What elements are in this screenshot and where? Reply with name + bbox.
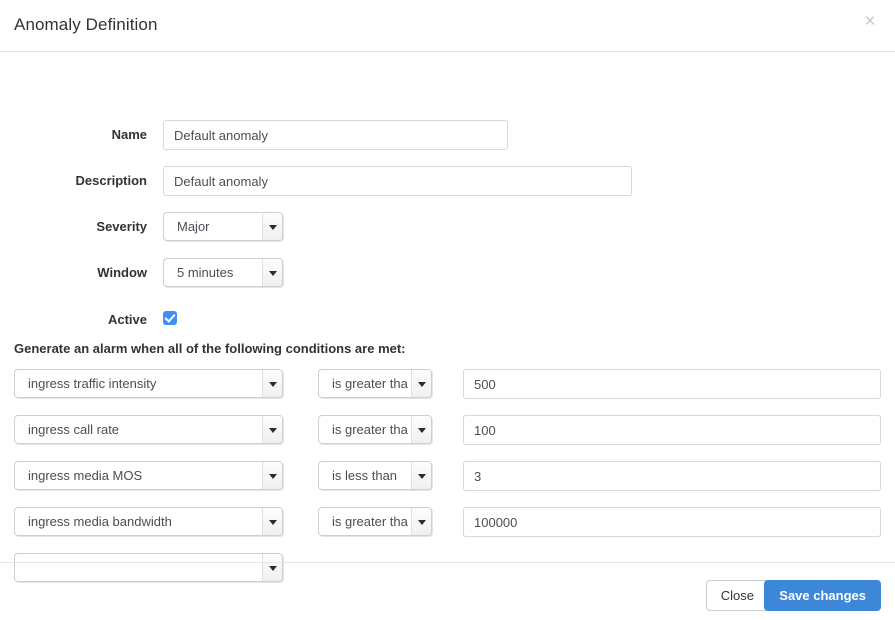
- severity-select[interactable]: Major: [163, 212, 283, 241]
- condition-metric-value: ingress call rate: [28, 422, 120, 437]
- condition-operator-value: is greater tha: [332, 376, 408, 391]
- condition-metric-select[interactable]: ingress call rate: [14, 415, 283, 444]
- condition-metric-select[interactable]: ingress media MOS: [14, 461, 283, 490]
- chevron-down-icon: [262, 370, 282, 397]
- close-button[interactable]: Close: [705, 580, 769, 611]
- condition-value-input[interactable]: [463, 461, 881, 491]
- close-icon[interactable]: ×: [859, 11, 881, 33]
- description-field-area: [163, 166, 632, 196]
- active-checkbox[interactable]: [163, 311, 177, 325]
- severity-label: Severity: [96, 219, 147, 234]
- condition-value-input[interactable]: [463, 507, 881, 537]
- name-label: Name: [111, 127, 147, 142]
- form-row-active: Active: [0, 305, 895, 335]
- condition-operator-select[interactable]: is greater tha: [318, 415, 432, 444]
- form-row-description: Description: [0, 166, 895, 196]
- dialog-header: Anomaly Definition ×: [0, 0, 895, 52]
- dialog-body: Name Description Severity Major Win: [0, 52, 895, 582]
- anomaly-definition-dialog: Anomaly Definition × Name Description Se…: [0, 0, 895, 620]
- chevron-down-icon: [262, 416, 282, 443]
- chevron-down-icon: [262, 259, 282, 286]
- chevron-down-icon: [411, 416, 431, 443]
- condition-row: ingress traffic intensity is greater tha: [0, 369, 895, 399]
- form-row-window: Window 5 minutes: [0, 258, 895, 288]
- condition-metric-value: ingress traffic intensity: [28, 376, 157, 391]
- window-select-value: 5 minutes: [177, 265, 234, 280]
- condition-metric-select[interactable]: ingress media bandwidth: [14, 507, 283, 536]
- condition-operator-select[interactable]: is less than: [318, 461, 432, 490]
- conditions-caption: Generate an alarm when all of the follow…: [14, 341, 406, 356]
- condition-value-input[interactable]: [463, 369, 881, 399]
- form-row-severity: Severity Major: [0, 212, 895, 242]
- dialog-footer: Close Save changes: [0, 562, 895, 620]
- condition-row: ingress media bandwidth is greater tha: [0, 507, 895, 537]
- severity-field-area: Major: [163, 212, 283, 241]
- condition-operator-value: is greater tha: [332, 422, 408, 437]
- condition-operator-value: is greater tha: [332, 514, 408, 529]
- chevron-down-icon: [411, 370, 431, 397]
- page-title: Anomaly Definition: [14, 15, 158, 34]
- condition-metric-value: ingress media MOS: [28, 468, 143, 483]
- save-changes-button[interactable]: Save changes: [764, 580, 881, 611]
- chevron-down-icon: [262, 462, 282, 489]
- chevron-down-icon: [411, 508, 431, 535]
- condition-row: ingress media MOS is less than: [0, 461, 895, 491]
- chevron-down-icon: [262, 508, 282, 535]
- condition-row: ingress call rate is greater tha: [0, 415, 895, 445]
- description-label: Description: [75, 173, 147, 188]
- severity-select-value: Major: [177, 219, 210, 234]
- chevron-down-icon: [411, 462, 431, 489]
- window-label: Window: [97, 265, 147, 280]
- name-input[interactable]: [163, 120, 508, 150]
- chevron-down-icon: [262, 213, 282, 240]
- form-row-name: Name: [0, 120, 895, 150]
- condition-metric-value: ingress media bandwidth: [28, 514, 172, 529]
- description-input[interactable]: [163, 166, 632, 196]
- name-field-area: [163, 120, 508, 150]
- condition-value-input[interactable]: [463, 415, 881, 445]
- condition-operator-value: is less than: [332, 468, 398, 483]
- condition-operator-select[interactable]: is greater tha: [318, 507, 432, 536]
- window-field-area: 5 minutes: [163, 258, 283, 287]
- condition-operator-select[interactable]: is greater tha: [318, 369, 432, 398]
- condition-metric-select[interactable]: ingress traffic intensity: [14, 369, 283, 398]
- window-select[interactable]: 5 minutes: [163, 258, 283, 287]
- active-label: Active: [107, 312, 147, 327]
